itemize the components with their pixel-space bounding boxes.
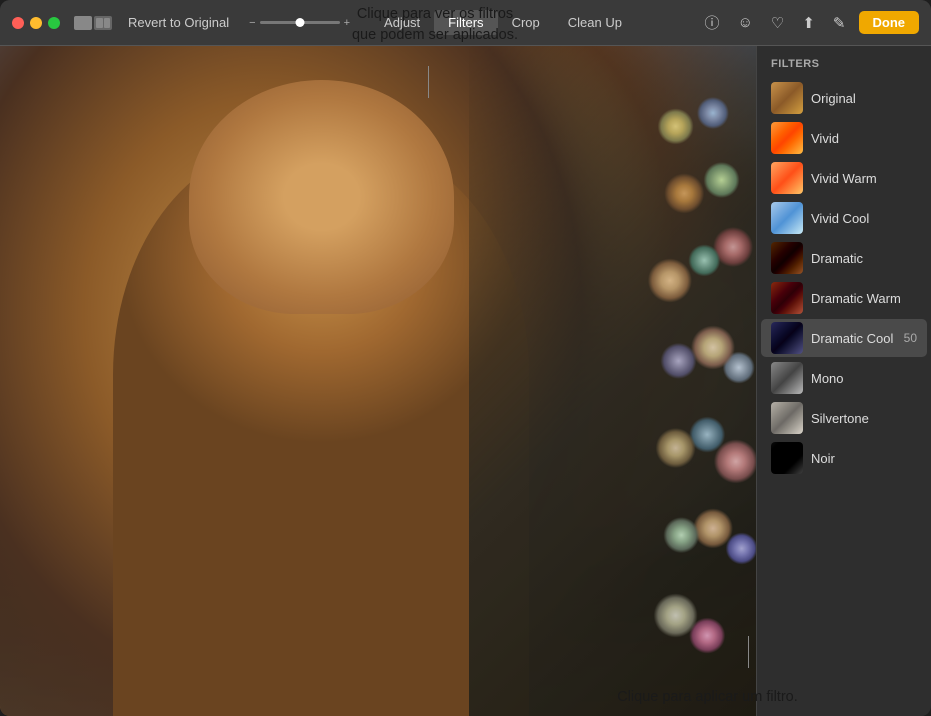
filter-label-vivid-warm: Vivid Warm — [811, 171, 917, 186]
filter-label-dramatic-cool: Dramatic Cool — [811, 331, 896, 346]
slider-thumb — [295, 18, 304, 27]
filter-item-mono[interactable]: Mono — [761, 359, 927, 397]
filter-item-dramatic-warm[interactable]: Dramatic Warm — [761, 279, 927, 317]
zoom-plus-icon: + — [344, 17, 350, 29]
emoji-button[interactable]: ☺ — [733, 11, 758, 34]
filter-item-noir[interactable]: Noir — [761, 439, 927, 477]
tab-crop[interactable]: Crop — [498, 10, 554, 35]
filter-item-dramatic[interactable]: Dramatic — [761, 239, 927, 277]
view-split-btn[interactable] — [94, 16, 112, 30]
filter-thumb-dramatic-cool — [771, 322, 803, 354]
filter-thumb-vivid-cool — [771, 202, 803, 234]
tab-cleanup[interactable]: Clean Up — [554, 10, 636, 35]
filter-thumb-vivid-warm — [771, 162, 803, 194]
filter-thumb-original — [771, 82, 803, 114]
filter-label-original: Original — [811, 91, 917, 106]
filter-label-silvertone: Silvertone — [811, 411, 917, 426]
nav-tabs: Adjust Filters Crop Clean Up — [370, 10, 636, 35]
filter-thumb-vivid — [771, 122, 803, 154]
annotation-arrow-top — [428, 66, 429, 98]
share-button[interactable]: ⬆ — [797, 11, 820, 35]
filter-label-noir: Noir — [811, 451, 917, 466]
maximize-button[interactable] — [48, 17, 60, 29]
filter-thumb-dramatic-warm — [771, 282, 803, 314]
person-head — [189, 80, 454, 315]
zoom-slider[interactable]: − + — [249, 17, 350, 29]
slider-track[interactable] — [260, 21, 340, 24]
filter-item-vivid-cool[interactable]: Vivid Cool — [761, 199, 927, 237]
filter-label-dramatic: Dramatic — [811, 251, 917, 266]
filter-thumb-dramatic — [771, 242, 803, 274]
traffic-lights — [12, 17, 60, 29]
view-toggle — [74, 16, 112, 30]
tab-adjust[interactable]: Adjust — [370, 10, 434, 35]
minimize-button[interactable] — [30, 17, 42, 29]
filter-label-dramatic-warm: Dramatic Warm — [811, 291, 917, 306]
close-button[interactable] — [12, 17, 24, 29]
photo-display — [0, 46, 756, 716]
main-content: FILTERS Original Vivid Vivid Warm Vivid Coo… — [0, 46, 931, 716]
view-single-btn[interactable] — [74, 16, 92, 30]
filter-item-original[interactable]: Original — [761, 79, 927, 117]
filters-panel-header: FILTERS — [757, 46, 931, 78]
filter-item-vivid-warm[interactable]: Vivid Warm — [761, 159, 927, 197]
filter-thumb-mono — [771, 362, 803, 394]
titlebar: Revert to Original − + Adjust Filters Cr… — [0, 0, 931, 46]
more-button[interactable]: ✎ — [828, 11, 851, 35]
filter-thumb-noir — [771, 442, 803, 474]
filter-list: Original Vivid Vivid Warm Vivid Cool Dramati… — [757, 78, 931, 478]
favorite-button[interactable]: ♡ — [766, 11, 789, 35]
filter-thumb-silvertone — [771, 402, 803, 434]
filter-label-mono: Mono — [811, 371, 917, 386]
filters-panel: FILTERS Original Vivid Vivid Warm Vivid Coo… — [756, 46, 931, 716]
app-window: Clique para ver os filtros que podem ser… — [0, 0, 931, 716]
tab-filters[interactable]: Filters — [434, 10, 497, 35]
revert-to-original-button[interactable]: Revert to Original — [120, 12, 237, 33]
filter-item-dramatic-cool[interactable]: Dramatic Cool 50 — [761, 319, 927, 357]
annotation-arrow-bottom — [748, 636, 749, 668]
filter-item-vivid[interactable]: Vivid — [761, 119, 927, 157]
done-button[interactable]: Done — [859, 11, 920, 34]
filter-label-vivid-cool: Vivid Cool — [811, 211, 917, 226]
filter-item-silvertone[interactable]: Silvertone — [761, 399, 927, 437]
zoom-minus-icon: − — [249, 17, 255, 29]
photo-area — [0, 46, 756, 716]
filter-value-dramatic-cool: 50 — [904, 331, 917, 345]
stained-glass-overlay — [469, 46, 756, 716]
info-button[interactable]: ⓘ — [700, 9, 725, 36]
filter-label-vivid: Vivid — [811, 131, 917, 146]
